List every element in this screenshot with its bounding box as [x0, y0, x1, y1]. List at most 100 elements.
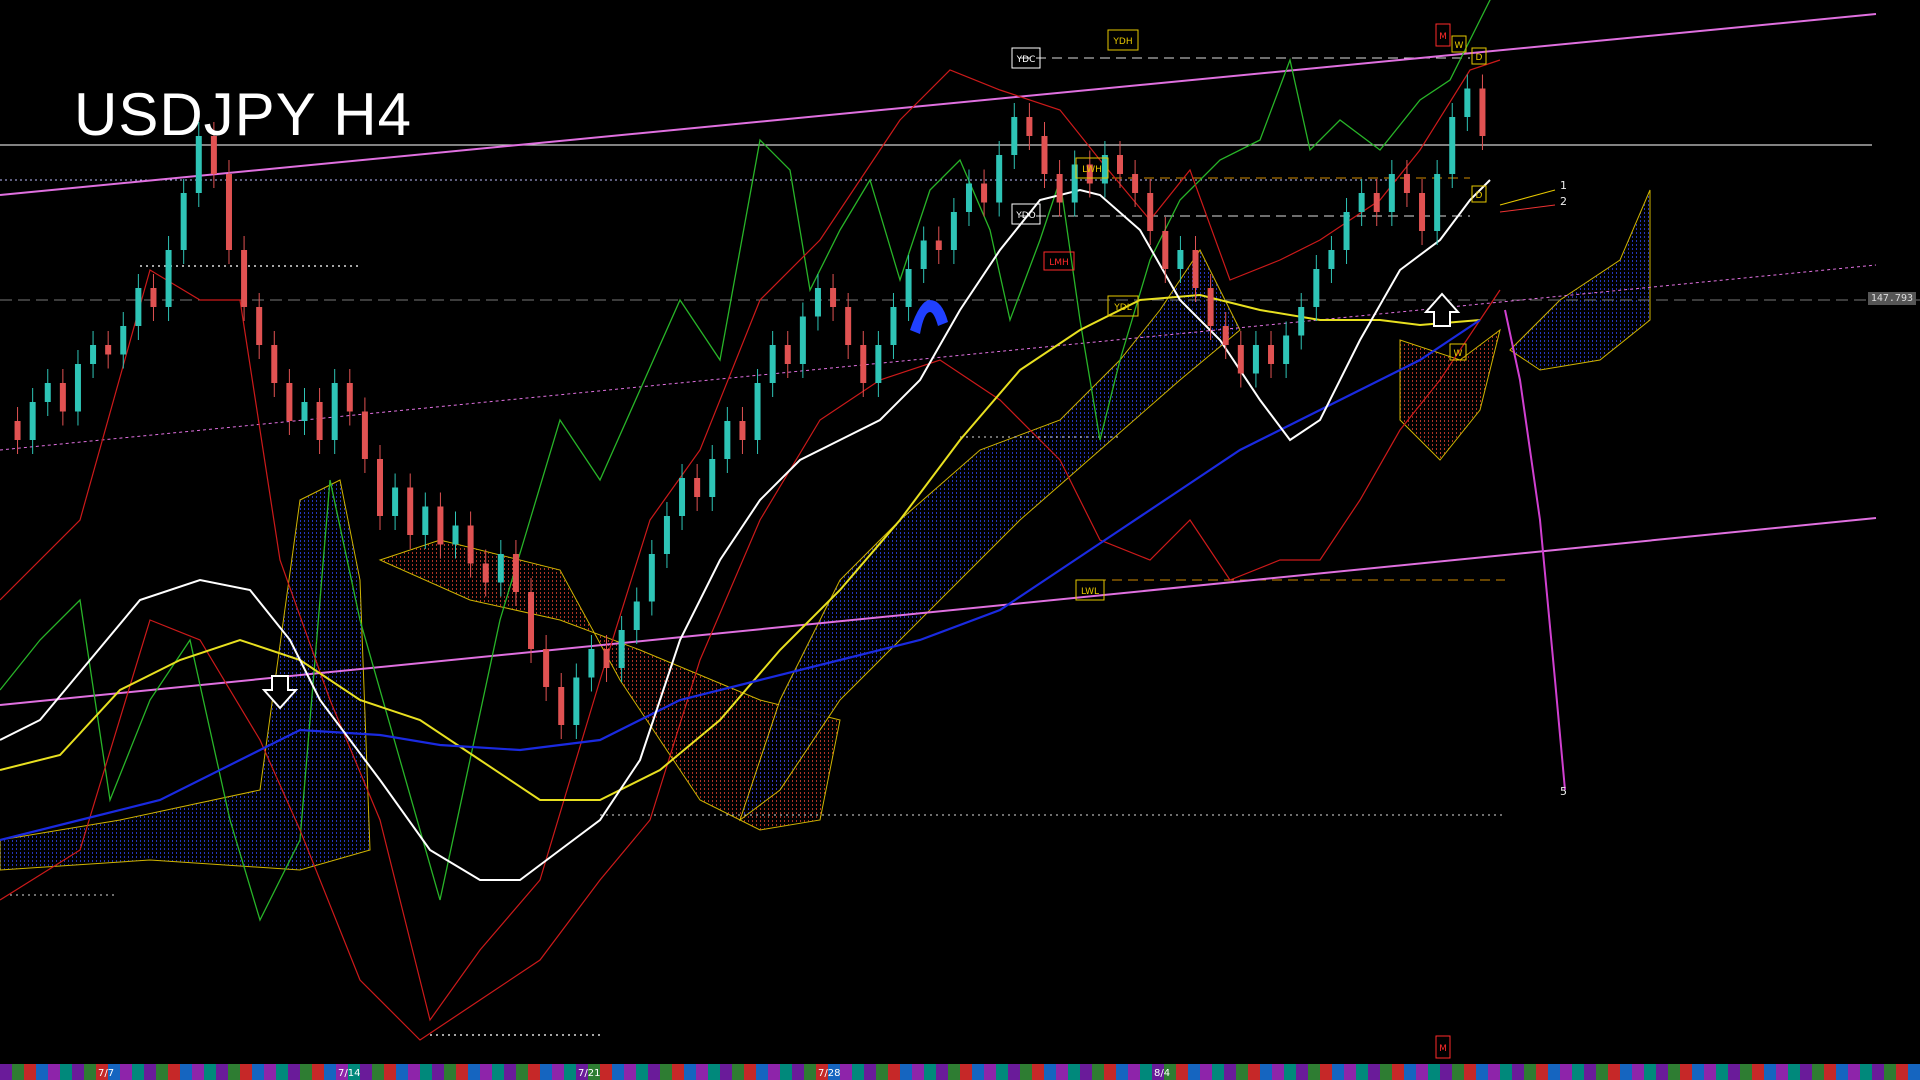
candle [920, 240, 927, 269]
level-label: D [1476, 191, 1483, 201]
level-label: D [1476, 53, 1483, 63]
wave-pointer-2 [1499, 204, 1556, 213]
date-strip-cell [1776, 1064, 1788, 1080]
date-strip-cell [192, 1064, 204, 1080]
date-strip-cell [1068, 1064, 1080, 1080]
date-strip-cell [564, 1064, 576, 1080]
date-strip-cell [672, 1064, 684, 1080]
candle [1358, 193, 1365, 212]
date-strip-cell [312, 1064, 324, 1080]
date-strip-cell [180, 1064, 192, 1080]
date-strip-cell [1620, 1064, 1632, 1080]
date-strip-cell [0, 1064, 12, 1080]
candle [1434, 174, 1441, 231]
date-strip-cell [1344, 1064, 1356, 1080]
date-strip-cell [204, 1064, 216, 1080]
candle [981, 183, 988, 203]
date-strip-cell [1236, 1064, 1248, 1080]
up-arrow-icon [1423, 292, 1461, 327]
candle [588, 649, 595, 678]
candle [1132, 174, 1139, 193]
date-strip-cell [852, 1064, 864, 1080]
candle [769, 345, 776, 383]
date-strip-cell [540, 1064, 552, 1080]
date-strip-cell [1176, 1064, 1188, 1080]
date-strip-cell [1452, 1064, 1464, 1080]
date-strip-cell [1092, 1064, 1104, 1080]
date-strip-cell [1548, 1064, 1560, 1080]
date-strip-cell [276, 1064, 288, 1080]
date-strip-cell [876, 1064, 888, 1080]
candle [845, 307, 852, 345]
date-strip-cell [132, 1064, 144, 1080]
date-tick-label: 7/14 [338, 1068, 360, 1079]
candle [1101, 155, 1108, 184]
candle [105, 345, 112, 355]
candle [1449, 117, 1456, 174]
date-strip-cell [1500, 1064, 1512, 1080]
date-strip-cell [480, 1064, 492, 1080]
candle [860, 345, 867, 383]
candle [1041, 136, 1048, 174]
date-strip-cell [720, 1064, 732, 1080]
date-strip-cell [1728, 1064, 1740, 1080]
candle [543, 649, 550, 687]
date-strip-cell [1404, 1064, 1416, 1080]
wave-pointer-1 [1499, 189, 1556, 206]
date-strip-cell [1116, 1064, 1128, 1080]
date-strip-cell [288, 1064, 300, 1080]
candle [301, 402, 308, 421]
date-strip-cell [984, 1064, 996, 1080]
date-strip-cell [1392, 1064, 1404, 1080]
date-strip-cell [1020, 1064, 1032, 1080]
date-strip-cell [972, 1064, 984, 1080]
candle [1464, 88, 1471, 117]
date-strip-cell [996, 1064, 1008, 1080]
candle [573, 677, 580, 725]
candle [1343, 212, 1350, 250]
level-label: M [1439, 32, 1447, 42]
candle [361, 411, 368, 459]
date-strip-cell [228, 1064, 240, 1080]
chart-area[interactable]: YDC YDH M W D LWH YDO LMH YDL D W LWL M 1 2 5 7/7 7/14 7/2… [0, 0, 1920, 1080]
date-strip-cell [12, 1064, 24, 1080]
candle [1268, 345, 1275, 364]
candle [1237, 345, 1244, 374]
candle [1252, 345, 1259, 374]
date-strip-cell [732, 1064, 744, 1080]
date-strip-cell [1884, 1064, 1896, 1080]
date-strip-cell [1428, 1064, 1440, 1080]
candle [739, 421, 746, 440]
date-strip-cell [420, 1064, 432, 1080]
date-strip-cell [1740, 1064, 1752, 1080]
level-label: YDC [1016, 55, 1036, 65]
date-strip-cell [768, 1064, 780, 1080]
date-strip-cell [384, 1064, 396, 1080]
candle [14, 421, 21, 440]
level-label: LMH [1049, 258, 1069, 268]
candle [1419, 193, 1426, 231]
candle [754, 383, 761, 440]
date-strip-cell [1812, 1064, 1824, 1080]
candle [437, 506, 444, 545]
date-strip-cell [1440, 1064, 1452, 1080]
date-strip-cell [1032, 1064, 1044, 1080]
date-strip-cell [60, 1064, 72, 1080]
price-chart[interactable]: YDCYDH MWDLWHYDOLMHYDLDWLWLM1257/7 7/14 7/2… [0, 0, 1920, 1080]
candle [44, 383, 51, 402]
wave-label: 2 [1560, 195, 1567, 208]
candle [1403, 174, 1410, 193]
date-strip-cell [1752, 1064, 1764, 1080]
date-strip-cell [1512, 1064, 1524, 1080]
date-strip-cell [444, 1064, 456, 1080]
date-strip-cell [1248, 1064, 1260, 1080]
date-strip-cell [216, 1064, 228, 1080]
candle [648, 554, 655, 602]
date-strip-cell [780, 1064, 792, 1080]
date-strip-cell [1128, 1064, 1140, 1080]
date-strip-cell [240, 1064, 252, 1080]
candle [225, 174, 232, 250]
candle [467, 525, 474, 564]
candle [679, 478, 686, 516]
date-strip-cell [1296, 1064, 1308, 1080]
